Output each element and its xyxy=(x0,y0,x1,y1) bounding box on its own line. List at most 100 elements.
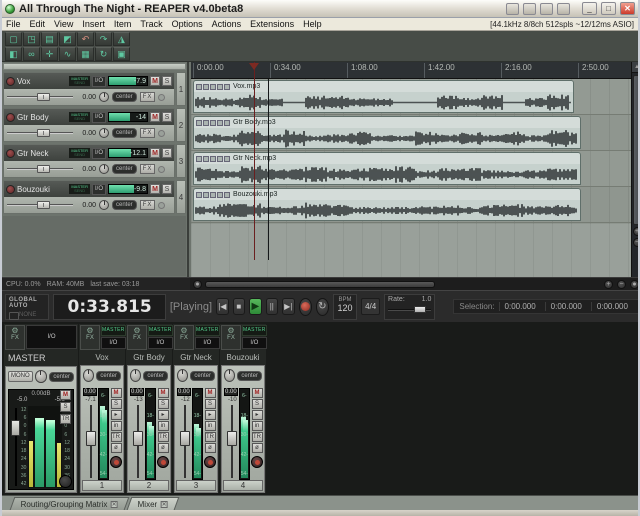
save-project-icon[interactable]: ▤ xyxy=(41,32,58,46)
record-arm-button[interactable] xyxy=(157,456,169,468)
trim-button[interactable]: TR xyxy=(251,432,263,442)
menu-item[interactable]: Item xyxy=(114,19,132,29)
mute-button[interactable]: M xyxy=(251,388,263,398)
solo-button[interactable]: S xyxy=(204,399,216,409)
item-fx-icon[interactable] xyxy=(224,119,230,126)
arrange-empty-area[interactable] xyxy=(191,224,631,277)
project-settings-icon[interactable]: ◩ xyxy=(59,32,76,46)
item-lock-icon[interactable] xyxy=(196,83,202,90)
envelope-icon[interactable]: ∿ xyxy=(59,47,76,61)
monitor-button[interactable]: ▸ xyxy=(110,410,122,420)
item-mute-icon[interactable] xyxy=(210,119,216,126)
env-button[interactable] xyxy=(158,93,166,101)
mute-button[interactable]: M xyxy=(150,148,160,158)
redo-icon[interactable]: ↷ xyxy=(95,32,112,46)
env-button[interactable] xyxy=(158,129,166,137)
pan-knob[interactable] xyxy=(177,369,189,382)
mute-button[interactable]: M xyxy=(150,76,160,86)
mute-button[interactable]: M xyxy=(204,388,216,398)
pan-knob[interactable] xyxy=(130,369,142,382)
arrange-view[interactable]: 0:00.00 0:34.00 1:08.00 1:42.00 2:16.00 … xyxy=(191,62,638,277)
titlebar-tool-button-3[interactable] xyxy=(540,2,553,15)
hzoom-out-icon[interactable]: − xyxy=(617,279,626,289)
menu-insert[interactable]: Insert xyxy=(82,19,105,29)
item-props-icon[interactable] xyxy=(217,191,223,198)
trim-button[interactable]: TR xyxy=(204,432,216,442)
pan-knob[interactable] xyxy=(224,369,236,382)
phase-button[interactable]: ø xyxy=(204,443,216,453)
tab-close-icon[interactable]: ✕ xyxy=(160,500,168,508)
input-button[interactable]: in xyxy=(204,421,216,431)
record-arm-button[interactable] xyxy=(204,456,216,468)
io-button[interactable]: I/O xyxy=(148,337,173,349)
scroll-up-icon[interactable]: ▲ xyxy=(632,62,638,73)
media-item[interactable]: Gtr Body.mp3 xyxy=(193,116,581,149)
route-button[interactable]: MASTER xyxy=(242,325,267,336)
media-item[interactable]: Vox.mp3 xyxy=(193,80,574,113)
volume-fader[interactable] xyxy=(224,403,238,480)
env-button[interactable] xyxy=(158,165,166,173)
item-props-icon[interactable] xyxy=(217,119,223,126)
mute-button[interactable]: M xyxy=(157,388,169,398)
fx-button[interactable]: FX xyxy=(139,128,156,138)
master-solo-button[interactable]: S xyxy=(60,402,71,412)
item-lock-icon[interactable] xyxy=(196,119,202,126)
volume-slider[interactable] xyxy=(7,165,73,173)
fx-button[interactable]: FX xyxy=(139,92,156,102)
rate-control[interactable]: Rate: 1.0 xyxy=(384,293,436,320)
input-button[interactable]: in xyxy=(110,421,122,431)
titlebar-tool-button-4[interactable] xyxy=(557,2,570,15)
pan-knob[interactable] xyxy=(83,369,95,382)
volume-fader[interactable] xyxy=(130,403,144,480)
item-fx-icon[interactable] xyxy=(224,83,230,90)
solo-button[interactable]: S xyxy=(162,184,172,194)
fx-button[interactable]: ⚙ FX xyxy=(127,325,147,350)
solo-button[interactable]: S xyxy=(157,399,169,409)
route-button[interactable]: MASTER SEND xyxy=(69,148,90,158)
volume-slider[interactable] xyxy=(7,201,73,209)
record-button[interactable] xyxy=(298,297,312,316)
io-button[interactable]: I/O xyxy=(91,147,106,159)
loop-icon[interactable]: ↻ xyxy=(95,47,112,61)
monitor-button[interactable]: ▸ xyxy=(204,410,216,420)
new-project-icon[interactable]: ▢ xyxy=(5,32,22,46)
mixer-strip-gtr-body[interactable]: ⚙FX MASTER I/O Gtr Body center 0.00 -13 xyxy=(126,324,173,493)
mixer-strip-master[interactable]: ⚙ FX I/O MASTER MONO center 0.00dB -5.0 -… xyxy=(4,324,78,493)
global-auto-button[interactable]: GLOBAL AUTO NONE xyxy=(5,293,50,320)
trim-button[interactable]: TR xyxy=(110,432,122,442)
rate-slider[interactable] xyxy=(388,305,432,314)
mono-button[interactable]: MONO xyxy=(8,371,33,382)
titlebar-tool-button-2[interactable] xyxy=(523,2,536,15)
undo-icon[interactable]: ↶ xyxy=(77,32,94,46)
master-mute-button[interactable]: M xyxy=(60,390,71,400)
crossfade-icon[interactable]: ∞ xyxy=(23,47,40,61)
hzoom-in-icon[interactable]: + xyxy=(604,279,613,289)
env-button[interactable] xyxy=(158,201,166,209)
io-button[interactable]: I/O xyxy=(91,183,106,195)
fx-button[interactable]: ⚙ FX xyxy=(80,325,100,350)
render-icon[interactable]: ◮ xyxy=(113,32,130,46)
item-mute-icon[interactable] xyxy=(210,191,216,198)
master-trim-button[interactable]: TR xyxy=(60,414,71,424)
track-lane[interactable]: Vox.mp3 xyxy=(191,79,631,115)
track-name[interactable]: Gtr Neck xyxy=(17,149,67,158)
solo-button[interactable]: S xyxy=(162,76,172,86)
route-button[interactable]: MASTER xyxy=(195,325,220,336)
pan-knob[interactable] xyxy=(99,200,109,210)
menu-options[interactable]: Options xyxy=(172,19,203,29)
menu-track[interactable]: Track xyxy=(140,19,162,29)
track-lane[interactable]: Gtr Neck.mp3 xyxy=(191,151,631,187)
volume-fader[interactable] xyxy=(177,403,191,480)
route-button[interactable]: MASTER SEND xyxy=(69,76,90,86)
volume-fader[interactable] xyxy=(83,403,97,480)
mute-button[interactable]: M xyxy=(110,388,122,398)
item-loop-icon[interactable] xyxy=(203,191,209,198)
pan-knob[interactable] xyxy=(99,164,109,174)
input-button[interactable]: in xyxy=(251,421,263,431)
item-loop-icon[interactable] xyxy=(203,83,209,90)
menu-view[interactable]: View xyxy=(54,19,73,29)
volume-slider[interactable] xyxy=(7,129,73,137)
vscroll-thumb[interactable] xyxy=(633,75,638,225)
menu-file[interactable]: File xyxy=(6,19,21,29)
io-button[interactable]: I/O xyxy=(91,75,106,87)
